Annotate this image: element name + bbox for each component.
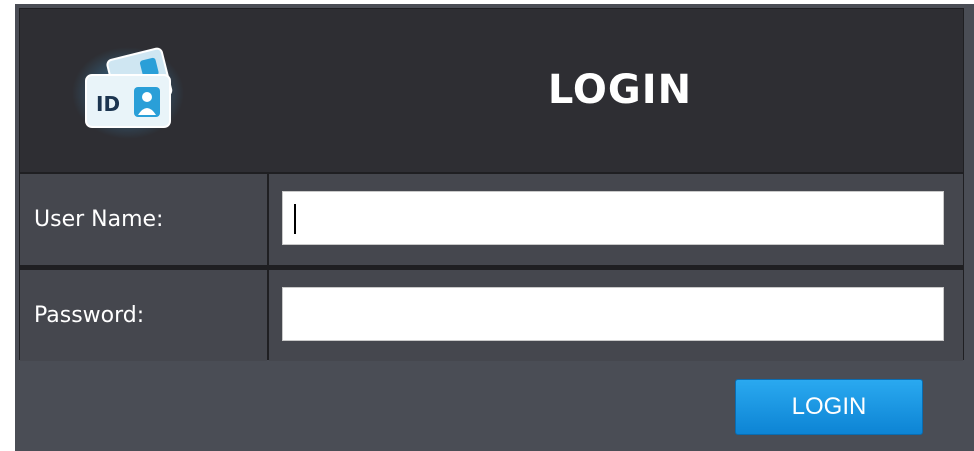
login-button[interactable]: LOGIN — [735, 379, 923, 435]
username-input-cell — [269, 174, 963, 265]
username-input[interactable] — [282, 191, 944, 245]
text-caret — [294, 204, 296, 234]
id-card-icon: ID — [72, 41, 184, 141]
password-input-cell — [269, 270, 963, 361]
login-table: ID LOGIN User Name: Password: — [19, 8, 964, 361]
password-label: Password: — [20, 270, 267, 361]
page-title: LOGIN — [547, 67, 693, 113]
logo-text: ID — [96, 92, 120, 116]
password-input[interactable] — [282, 287, 944, 341]
login-header: ID LOGIN — [20, 9, 963, 172]
username-row: User Name: — [20, 174, 963, 265]
login-panel: ID LOGIN User Name: Password: LOGIN — [15, 4, 974, 451]
username-label: User Name: — [20, 174, 267, 265]
password-row: Password: — [20, 270, 963, 361]
